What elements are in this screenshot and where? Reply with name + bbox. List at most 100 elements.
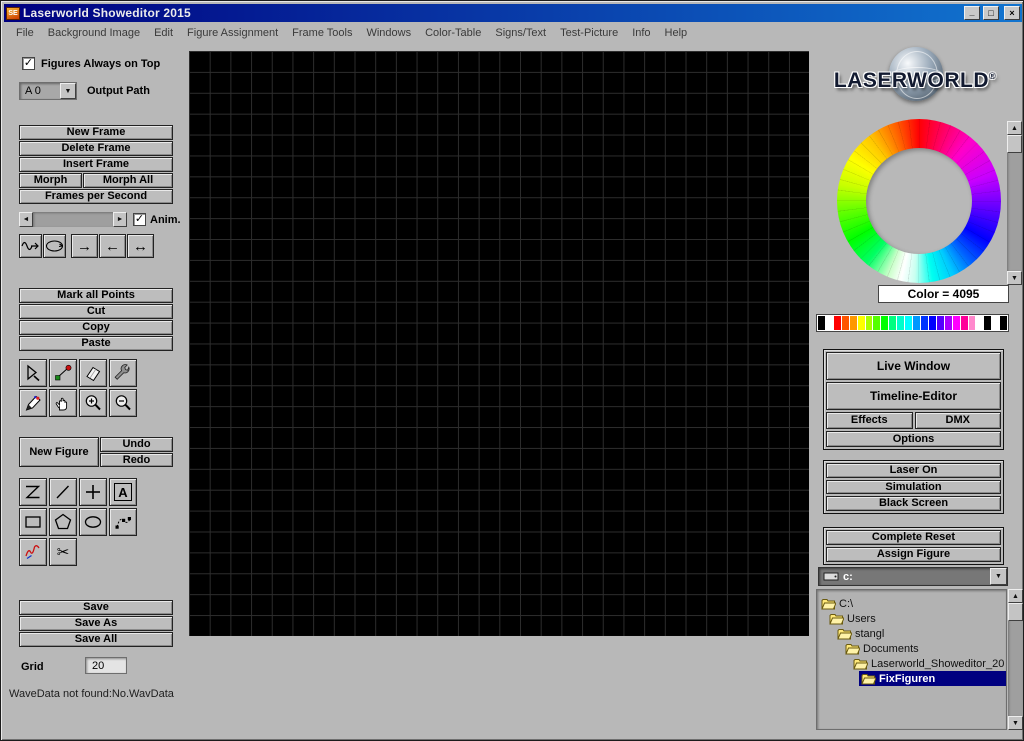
menu-help[interactable]: Help <box>658 24 695 42</box>
save-all-button[interactable]: Save All <box>19 632 173 647</box>
color-scrollbar-track[interactable] <box>1007 135 1022 271</box>
rectangle-figure-button[interactable] <box>19 508 47 536</box>
tree-item-documents[interactable]: Documents <box>817 641 1006 656</box>
black-screen-button[interactable]: Black Screen <box>826 496 1001 511</box>
palette-swatch[interactable] <box>969 316 976 330</box>
dmx-button[interactable]: DMX <box>915 412 1002 429</box>
menu-color-table[interactable]: Color-Table <box>418 24 488 42</box>
scroll-left-icon[interactable]: ◄ <box>19 212 33 227</box>
effects-button[interactable]: Effects <box>826 412 913 429</box>
output-path-select[interactable]: A 0 ▼ <box>19 82 77 100</box>
hand-tool-button[interactable] <box>49 389 77 417</box>
eraser-button[interactable] <box>79 359 107 387</box>
palette-swatch[interactable] <box>905 316 912 330</box>
insert-frame-button[interactable]: Insert Frame <box>19 157 173 172</box>
menu-frame-tools[interactable]: Frame Tools <box>285 24 359 42</box>
wrench-tool-button[interactable] <box>109 359 137 387</box>
palette-swatch[interactable] <box>834 316 841 330</box>
palette-swatch[interactable] <box>937 316 944 330</box>
laser-on-button[interactable]: Laser On <box>826 463 1001 478</box>
palette-swatch[interactable] <box>961 316 968 330</box>
delete-frame-button[interactable]: Delete Frame <box>19 141 173 156</box>
color-scrollbar-thumb[interactable] <box>1007 135 1022 153</box>
morph-all-button[interactable]: Morph All <box>83 173 173 188</box>
palette-swatch[interactable] <box>889 316 896 330</box>
select-tool-button[interactable] <box>19 359 47 387</box>
menu-test-picture[interactable]: Test-Picture <box>553 24 625 42</box>
tree-item-fixfiguren[interactable]: FixFiguren <box>817 671 1006 686</box>
tree-item-laserworld-showeditor[interactable]: Laserworld_Showeditor_20 <box>817 656 1006 671</box>
cross-figure-button[interactable] <box>79 478 107 506</box>
menu-figure-assignment[interactable]: Figure Assignment <box>180 24 285 42</box>
live-window-button[interactable]: Live Window <box>826 352 1001 380</box>
line-figure-button[interactable] <box>49 478 77 506</box>
palette-swatch[interactable] <box>929 316 936 330</box>
bezier-figure-button[interactable] <box>109 508 137 536</box>
palette-swatch[interactable] <box>850 316 857 330</box>
palette-swatch[interactable] <box>873 316 880 330</box>
palette-swatch[interactable] <box>842 316 849 330</box>
frame-scrollbar[interactable]: ◄ ► <box>19 212 127 227</box>
palette-swatch[interactable] <box>913 316 920 330</box>
anim-checkbox[interactable]: ✓ <box>133 213 146 226</box>
color-wheel-scrollbar[interactable]: ▲ ▼ <box>1007 121 1022 285</box>
assign-figure-button[interactable]: Assign Figure <box>826 547 1001 562</box>
color-wheel[interactable] <box>837 119 1001 283</box>
drive-combo-arrow-icon[interactable]: ▼ <box>990 568 1007 585</box>
cut-button[interactable]: Cut <box>19 304 173 319</box>
anim-pingpong-button[interactable]: ↔ <box>127 234 154 258</box>
ellipse-figure-button[interactable] <box>79 508 107 536</box>
undo-button[interactable]: Undo <box>100 437 173 452</box>
palette-swatch[interactable] <box>921 316 928 330</box>
copy-button[interactable]: Copy <box>19 320 173 335</box>
node-edit-button[interactable] <box>49 359 77 387</box>
tree-item-c-drive[interactable]: C:\ <box>817 596 1006 611</box>
complete-reset-button[interactable]: Complete Reset <box>826 530 1001 545</box>
scissors-figure-button[interactable]: ✂ <box>49 538 77 566</box>
zoom-in-button[interactable] <box>79 389 107 417</box>
menu-signs-text[interactable]: Signs/Text <box>488 24 553 42</box>
zigzag-figure-button[interactable] <box>19 478 47 506</box>
minimize-button[interactable]: _ <box>964 6 980 20</box>
tree-scrollbar-track[interactable] <box>1008 603 1023 716</box>
restore-button[interactable]: □ <box>983 6 999 20</box>
options-button[interactable]: Options <box>826 431 1001 447</box>
menu-edit[interactable]: Edit <box>147 24 180 42</box>
tree-item-stangl[interactable]: stangl <box>817 626 1006 641</box>
palette-swatch[interactable] <box>945 316 952 330</box>
pen-tool-button[interactable] <box>19 389 47 417</box>
folder-tree-scrollbar[interactable]: ▲ ▼ <box>1008 589 1023 730</box>
palette-swatch[interactable] <box>953 316 960 330</box>
color-value-field[interactable]: Color = 4095 <box>878 285 1009 303</box>
palette-swatch[interactable] <box>881 316 888 330</box>
frame-scrollbar-track[interactable] <box>33 212 113 227</box>
new-figure-button[interactable]: New Figure <box>19 437 99 467</box>
scroll-up-icon[interactable]: ▲ <box>1007 121 1022 135</box>
menu-windows[interactable]: Windows <box>359 24 418 42</box>
drive-select[interactable]: c: ▼ <box>818 567 1008 586</box>
menu-background-image[interactable]: Background Image <box>41 24 147 42</box>
morph-button[interactable]: Morph <box>19 173 82 188</box>
anim-forward-button[interactable]: → <box>71 234 98 258</box>
combo-arrow-icon[interactable]: ▼ <box>60 83 76 99</box>
tree-scrollbar-thumb[interactable] <box>1008 603 1023 621</box>
redo-button[interactable]: Redo <box>100 453 173 467</box>
close-button[interactable]: × <box>1004 6 1020 20</box>
palette-swatch[interactable] <box>826 316 833 330</box>
palette-swatch[interactable] <box>818 316 825 330</box>
palette-swatch[interactable] <box>897 316 904 330</box>
scroll-down-icon[interactable]: ▼ <box>1008 716 1023 730</box>
save-as-button[interactable]: Save As <box>19 616 173 631</box>
anim-rotate-button[interactable] <box>43 234 66 258</box>
drawing-canvas[interactable] <box>189 51 809 636</box>
scroll-down-icon[interactable]: ▼ <box>1007 271 1022 285</box>
mark-all-points-button[interactable]: Mark all Points <box>19 288 173 303</box>
tree-item-users[interactable]: Users <box>817 611 1006 626</box>
frames-per-second-button[interactable]: Frames per Second <box>19 189 173 204</box>
grid-size-input[interactable]: 20 <box>85 657 127 674</box>
timeline-editor-button[interactable]: Timeline-Editor <box>826 382 1001 410</box>
palette-swatch[interactable] <box>1000 316 1007 330</box>
palette-swatch[interactable] <box>976 316 983 330</box>
figures-on-top-checkbox[interactable]: ✓ <box>22 57 35 70</box>
scroll-up-icon[interactable]: ▲ <box>1008 589 1023 603</box>
